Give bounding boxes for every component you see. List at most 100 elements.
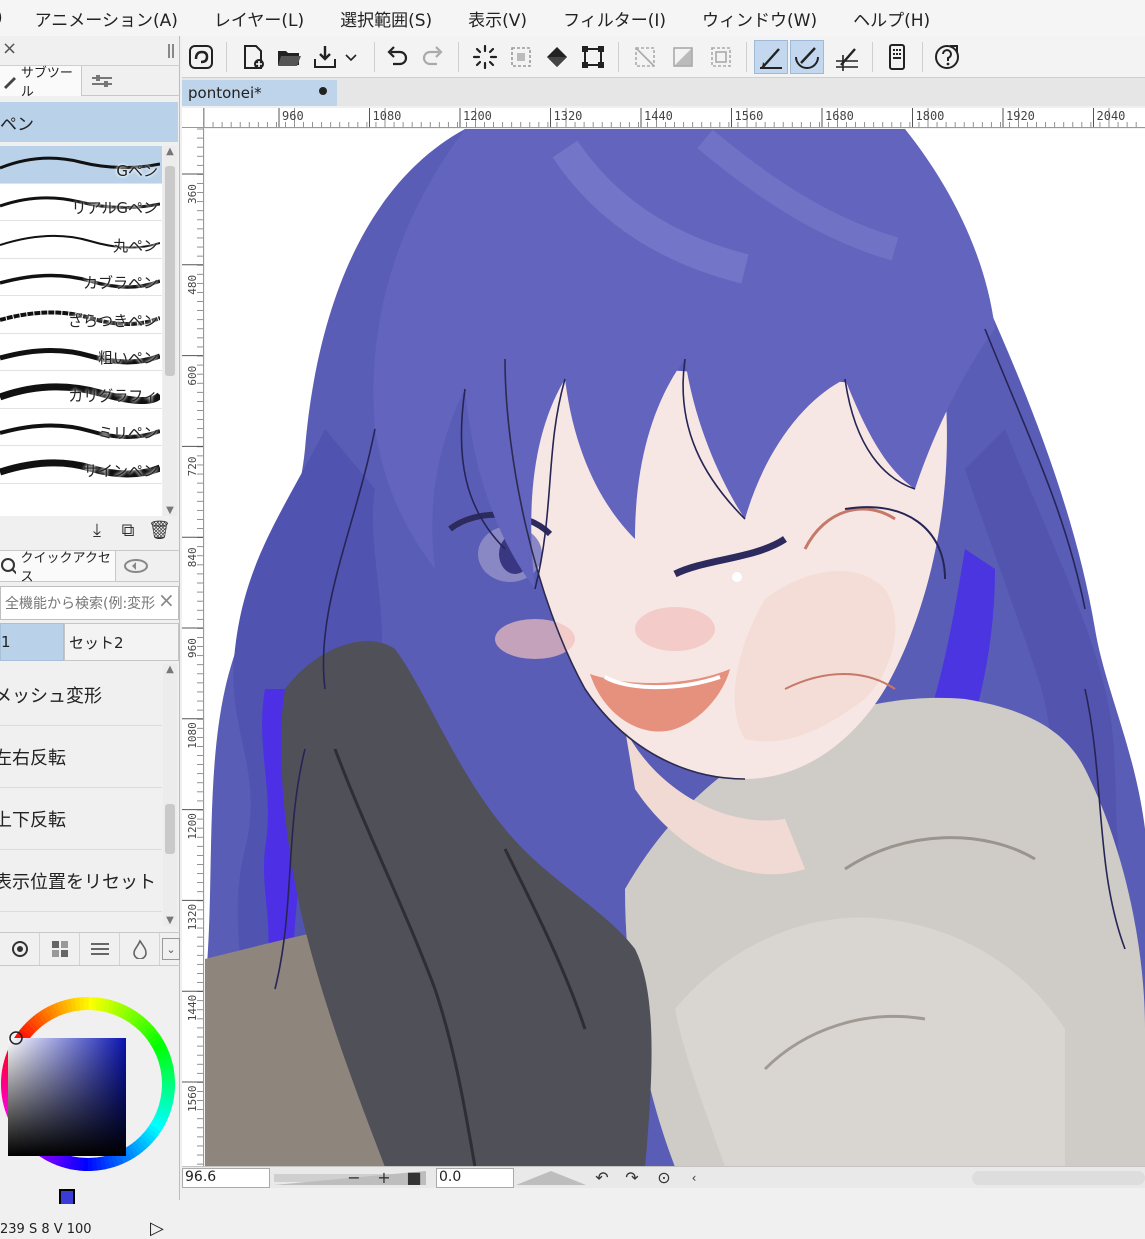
qa-item-flip-vertical[interactable]: 上下反転	[0, 788, 162, 850]
rotation-input[interactable]: 0.0	[436, 1168, 514, 1188]
hue-cursor[interactable]	[60, 1190, 74, 1204]
transform-icon[interactable]	[576, 40, 610, 74]
scroll-up-icon[interactable]: ▲	[163, 146, 177, 157]
brush-item-real-g-pen[interactable]: リアルGペン	[0, 184, 162, 222]
tab-color-slider[interactable]	[80, 933, 120, 965]
dropdown-icon[interactable]	[342, 40, 360, 74]
rotation-slider[interactable]	[516, 1171, 586, 1185]
clear-out-icon[interactable]	[666, 40, 700, 74]
select-all-icon[interactable]	[504, 40, 538, 74]
duplicate-icon[interactable]: ⧉	[117, 520, 139, 542]
quick-access-search-input[interactable]: 全機能から検索(例:変形	[0, 586, 179, 620]
tab-color-wheel[interactable]	[0, 933, 40, 965]
scroll-down-icon[interactable]: ▼	[163, 505, 177, 516]
menu-animation[interactable]: アニメーション(A)	[17, 6, 196, 31]
brush-item-coarse-pen[interactable]: 粗いペン	[0, 334, 162, 372]
qa-item-flip-horizontal[interactable]: 左右反転	[0, 726, 162, 788]
hue-ring[interactable]	[0, 968, 180, 1204]
chevron-down-icon[interactable]: ⌄	[162, 938, 180, 960]
quick-access-scrollbar[interactable]: ▲ ▼	[163, 664, 177, 926]
hue-segment	[159, 1048, 161, 1052]
reset-rotation-icon[interactable]: ⊙	[652, 1167, 676, 1189]
brush-item-maru-pen[interactable]: 丸ペン	[0, 221, 162, 259]
clear-search-icon[interactable]: ×	[158, 588, 175, 612]
scroll-thumb[interactable]	[165, 166, 175, 376]
qa-item-reset-view[interactable]: 表示位置をリセット	[0, 850, 162, 912]
menu-window[interactable]: ウィンドウ(W)	[684, 6, 835, 31]
hue-segment	[31, 1024, 35, 1027]
menu-layer[interactable]: レイヤー(L)	[196, 6, 322, 31]
brush-item-g-pen[interactable]: Gペン	[0, 146, 162, 184]
deselect-icon[interactable]	[704, 40, 738, 74]
tab-color-set[interactable]	[40, 933, 80, 965]
tab-quick-access[interactable]: クイックアクセス	[0, 551, 116, 581]
menu-help[interactable]: ヘルプ(H)	[835, 6, 948, 31]
rotate-left-icon[interactable]: ↶	[590, 1167, 614, 1189]
scroll-up-icon[interactable]: ▲	[163, 664, 177, 675]
tab-color-history[interactable]	[120, 933, 160, 965]
tab-tool-property[interactable]	[82, 66, 122, 96]
brush-list-scrollbar[interactable]: ▲ ▼	[163, 146, 177, 516]
zoom-out-icon[interactable]: −	[342, 1167, 366, 1189]
menu-bar: ) アニメーション(A) レイヤー(L) 選択範囲(S) 表示(V) フィルター…	[0, 0, 1145, 36]
illustration[interactable]	[205, 129, 1145, 1167]
brush-item-milli-pen[interactable]: ミリペン	[0, 409, 162, 447]
undo-icon[interactable]	[380, 40, 414, 74]
play-icon[interactable]: ▷	[150, 1218, 164, 1239]
hue-segment	[167, 1071, 168, 1076]
clear-icon[interactable]	[628, 40, 662, 74]
menu-view[interactable]: 表示(V)	[450, 6, 545, 31]
horizontal-scrollbar[interactable]	[972, 1171, 1145, 1185]
scroll-thumb[interactable]	[165, 804, 175, 854]
help-icon[interactable]	[930, 40, 964, 74]
tab-subtool[interactable]: サブツール	[0, 66, 82, 96]
qa-item-mesh-transform[interactable]: メッシュ変形	[0, 664, 162, 726]
zoom-in-icon[interactable]: +	[372, 1167, 396, 1189]
tab-document[interactable]: pontonei*	[182, 80, 337, 106]
tab-navigator[interactable]	[116, 551, 156, 581]
redo-icon[interactable]	[416, 40, 450, 74]
rotate-right-icon[interactable]: ↷	[620, 1167, 644, 1189]
brush-item-sign-pen[interactable]: サインペン	[0, 446, 162, 484]
set-tab-2[interactable]: セット2	[64, 623, 179, 661]
save-icon[interactable]	[308, 40, 342, 74]
ruler-vertical[interactable]: 36048060072084096010801200132014401560	[182, 128, 204, 1166]
hue-segment	[44, 1014, 48, 1017]
scroll-down-icon[interactable]: ▼	[163, 915, 177, 926]
separator	[746, 42, 747, 72]
brush-item-kabura-pen[interactable]: カブラペン	[0, 259, 162, 297]
color-wheel[interactable]	[0, 968, 180, 1204]
hue-segment	[165, 1101, 166, 1106]
zoom-input[interactable]: 96.6	[182, 1168, 270, 1188]
close-icon[interactable]: ×	[2, 38, 17, 59]
loading-icon[interactable]	[468, 40, 502, 74]
quick-access-icon	[0, 557, 16, 575]
hue-segment	[131, 1149, 135, 1152]
hue-segment	[52, 1011, 56, 1013]
menu-filter[interactable]: フィルター(I)	[545, 6, 684, 31]
set-tab-1[interactable]: 1	[0, 623, 64, 661]
fill-icon[interactable]	[540, 40, 574, 74]
snap-grid-icon[interactable]	[830, 40, 864, 74]
panel-grip-icon[interactable]	[168, 44, 174, 58]
menu-selection[interactable]: 選択範囲(S)	[322, 6, 450, 31]
sliders-icon	[90, 74, 114, 88]
drawing-canvas[interactable]	[205, 129, 1145, 1167]
ruler-horizontal[interactable]: 960108012001320144015601680180019202040	[204, 108, 1145, 128]
open-folder-icon[interactable]	[272, 40, 306, 74]
menu-item-window-cut[interactable]: )	[0, 8, 17, 28]
zoom-reset-icon[interactable]: ■	[402, 1167, 426, 1189]
hue-segment	[157, 1044, 159, 1048]
brush-item-rough-pen[interactable]: ざらつきペン	[0, 296, 162, 334]
color-slider-icon	[89, 941, 111, 957]
device-icon[interactable]	[880, 40, 914, 74]
brush-item-calligraphy[interactable]: カリグラフィ	[0, 371, 162, 409]
snap-ruler-icon[interactable]	[754, 40, 788, 74]
new-file-icon[interactable]	[236, 40, 270, 74]
snap-special-icon[interactable]	[790, 40, 824, 74]
import-icon[interactable]: ⤓	[86, 520, 108, 542]
quick-access-sets: 1 セット2	[0, 623, 179, 661]
chevron-left-icon[interactable]: ‹	[682, 1167, 706, 1189]
delete-icon[interactable]: 🗑	[148, 520, 170, 542]
companion-icon[interactable]	[184, 40, 218, 74]
